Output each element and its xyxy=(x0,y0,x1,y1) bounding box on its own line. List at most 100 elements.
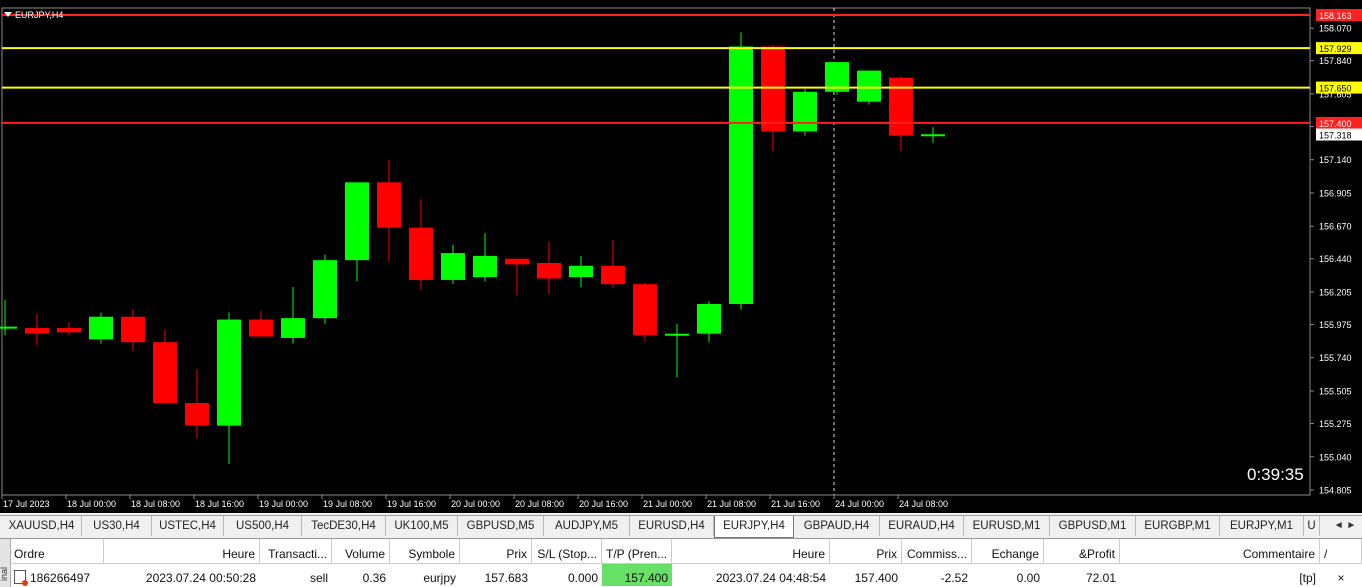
y-tick-label: 157.140 xyxy=(1319,155,1352,165)
bear-candle xyxy=(633,284,657,336)
price-chart[interactable]: 158.070157.840157.605157.375157.140156.9… xyxy=(0,0,1362,513)
y-tick-label: 157.840 xyxy=(1319,56,1352,66)
tab-tecde30-h4[interactable]: TecDE30,H4 xyxy=(302,516,386,536)
table-cell: eurjpy xyxy=(423,571,456,585)
y-tick-label: 156.440 xyxy=(1319,254,1352,264)
tab-xauusd-h4[interactable]: XAUUSD,H4 xyxy=(2,516,82,536)
table-cell: 157.683 xyxy=(484,571,528,585)
tab-eurgbp-m1[interactable]: EURGBP,M1 xyxy=(1136,516,1220,536)
bear-candle xyxy=(57,328,81,333)
tab-euraud-h4[interactable]: EURAUD,H4 xyxy=(880,516,964,536)
bear-candle xyxy=(153,342,177,404)
bear-candle xyxy=(377,182,401,228)
y-tick-label: 156.205 xyxy=(1319,287,1352,297)
col-header[interactable]: Transacti... xyxy=(260,539,332,563)
col-header[interactable]: Heure xyxy=(104,539,260,563)
table-cell: 2023.07.24 00:50:28 xyxy=(145,571,256,585)
order-icon xyxy=(14,570,28,586)
col-header[interactable]: Prix xyxy=(830,539,902,563)
y-tick-label: 155.275 xyxy=(1319,419,1352,429)
symbol-text: EURJPY,H4 xyxy=(15,10,64,20)
bull-candle xyxy=(857,70,881,102)
table-cell: 2023.07.24 04:48:54 xyxy=(715,571,826,585)
table-cell: sell xyxy=(309,571,328,585)
x-tick-label: 21 Jul 16:00 xyxy=(771,499,820,509)
col-header[interactable]: Volume xyxy=(332,539,390,563)
bear-candle xyxy=(889,77,913,136)
terminal-side-label: inal xyxy=(0,566,10,582)
bull-candle xyxy=(921,134,945,137)
tab-eurusd-m1[interactable]: EURUSD,M1 xyxy=(964,516,1050,536)
bull-candle xyxy=(793,91,817,132)
price-level-label: 157.650 xyxy=(1319,84,1352,94)
terminal-panel: inal Ordre Heure Transacti... Volume Symbole… xyxy=(0,538,1362,587)
x-tick-label: 18 Jul 08:00 xyxy=(131,499,180,509)
tab-scroll-arrows[interactable]: ◄ ► xyxy=(1330,517,1360,535)
x-tick-label: 21 Jul 00:00 xyxy=(643,499,692,509)
bull-candle xyxy=(217,319,241,426)
col-header[interactable]: T/P (Pren... xyxy=(602,539,672,563)
bear-candle xyxy=(409,227,433,280)
bear-candle xyxy=(185,403,209,426)
col-header[interactable]: Echange xyxy=(972,539,1044,563)
col-header[interactable]: Heure xyxy=(672,539,830,563)
x-tick-label: 21 Jul 08:00 xyxy=(707,499,756,509)
col-header[interactable]: &Profit xyxy=(1044,539,1120,563)
bull-candle xyxy=(345,182,369,261)
tab-uk100-m5[interactable]: UK100,M5 xyxy=(386,516,458,536)
bull-candle xyxy=(89,316,113,340)
bull-candle xyxy=(473,255,497,278)
table-cell: 0.00 xyxy=(1016,571,1040,585)
x-tick-label: 24 Jul 00:00 xyxy=(835,499,884,509)
col-header[interactable]: Commentaire xyxy=(1120,539,1320,563)
table-cell: -2.52 xyxy=(940,571,968,585)
bull-candle xyxy=(569,265,593,278)
col-header[interactable]: Prix xyxy=(460,539,532,563)
col-header[interactable]: / xyxy=(1320,539,1362,563)
bull-candle xyxy=(729,46,753,304)
candle-timer: 0:39:35 xyxy=(1247,465,1304,484)
col-header[interactable]: S/L (Stop... xyxy=(532,539,602,563)
candlestick-chart[interactable]: 158.070157.840157.605157.375157.140156.9… xyxy=(0,0,1362,513)
tab-eurjpy-h4[interactable]: EURJPY,H4 xyxy=(714,516,794,538)
x-tick-label: 19 Jul 08:00 xyxy=(323,499,372,509)
price-level-label: 158.163 xyxy=(1319,11,1352,21)
tab-audjpy-m5[interactable]: AUDJPY,M5 xyxy=(544,516,630,536)
y-tick-label: 155.505 xyxy=(1319,386,1352,396)
tab-gbpaud-h4[interactable]: GBPAUD,H4 xyxy=(794,516,880,536)
tab-us30-h4[interactable]: US30,H4 xyxy=(82,516,152,536)
close-icon[interactable]: × xyxy=(1320,564,1362,586)
table-cell: [tp] xyxy=(1299,571,1316,585)
bear-candle xyxy=(761,46,785,132)
tab-ustec-h4[interactable]: USTEC,H4 xyxy=(152,516,224,536)
bear-candle xyxy=(121,316,145,343)
bear-candle xyxy=(249,319,273,337)
table-cell: 186266497 xyxy=(10,564,104,586)
chart-symbol-label: EURJPY,H4 xyxy=(4,10,63,20)
y-tick-label: 155.740 xyxy=(1319,353,1352,363)
x-tick-label: 18 Jul 00:00 xyxy=(67,499,116,509)
tab-us500-h4[interactable]: US500,H4 xyxy=(224,516,302,536)
col-header[interactable]: Symbole xyxy=(390,539,460,563)
tab-u[interactable]: U xyxy=(1304,516,1320,536)
table-cell: 0.36 xyxy=(362,571,386,585)
y-tick-label: 155.975 xyxy=(1319,320,1352,330)
bear-candle xyxy=(537,262,561,279)
tab-eurusd-h4[interactable]: EURUSD,H4 xyxy=(630,516,714,536)
tab-eurjpy-m1[interactable]: EURJPY,M1 xyxy=(1220,516,1304,536)
col-header[interactable]: Commiss... xyxy=(902,539,972,563)
x-tick-label: 17 Jul 2023 xyxy=(3,499,50,509)
dropdown-triangle-icon[interactable] xyxy=(4,12,12,17)
col-header[interactable]: Ordre xyxy=(10,539,104,563)
tab-gbpusd-m5[interactable]: GBPUSD,M5 xyxy=(458,516,544,536)
bull-candle xyxy=(665,333,689,336)
price-level-label: 157.929 xyxy=(1319,44,1352,54)
x-tick-label: 18 Jul 16:00 xyxy=(195,499,244,509)
x-tick-label: 20 Jul 08:00 xyxy=(515,499,564,509)
current-price-label: 157.318 xyxy=(1319,131,1352,141)
bull-candle xyxy=(0,326,17,329)
tab-gbpusd-m1[interactable]: GBPUSD,M1 xyxy=(1050,516,1136,536)
y-tick-label: 156.905 xyxy=(1319,188,1352,198)
x-tick-label: 20 Jul 16:00 xyxy=(579,499,628,509)
table-cell: 157.400 xyxy=(854,571,898,585)
